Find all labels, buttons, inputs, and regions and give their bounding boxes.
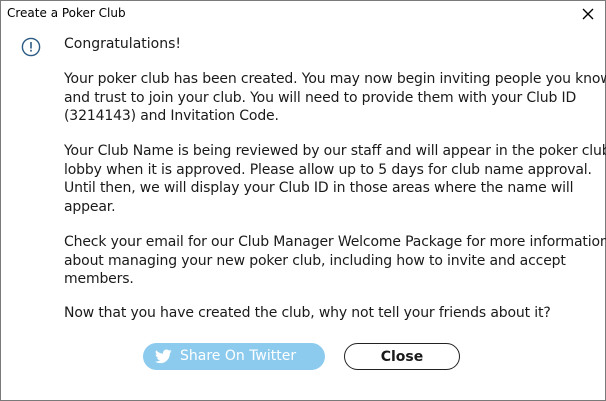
congratulations-heading: Congratulations! xyxy=(64,36,181,52)
paragraph-name-review: Your Club Name is being reviewed by our … xyxy=(64,142,606,216)
paragraph-line: Now that you have created the club, why … xyxy=(64,305,551,321)
close-button[interactable]: Close xyxy=(344,343,460,370)
paragraph-line: members. xyxy=(64,271,134,287)
create-club-dialog: Create a Poker Club Congratulations! You… xyxy=(0,0,606,401)
title-bar: Create a Poker Club xyxy=(1,1,605,27)
close-button-label: Close xyxy=(380,349,424,365)
paragraph-line: Check your email for our Club Manager We… xyxy=(64,234,606,250)
close-icon xyxy=(582,8,594,20)
info-icon xyxy=(21,37,41,57)
paragraph-line: lobby when it is approved. Please allow … xyxy=(64,161,592,178)
paragraph-line: and trust to join your club. You will ne… xyxy=(64,89,577,106)
window-close-button[interactable] xyxy=(575,3,601,25)
paragraph-line: Your Club Name is being reviewed by our … xyxy=(64,143,606,159)
paragraph-line: Your poker club has been created. You ma… xyxy=(64,71,606,87)
paragraph-welcome-package: Check your email for our Club Manager We… xyxy=(64,233,606,289)
paragraph-line: (3214143) and Invitation Code. xyxy=(64,108,279,124)
share-on-twitter-label: Share On Twitter xyxy=(180,348,297,364)
paragraph-tell-friends: Now that you have created the club, why … xyxy=(64,304,594,323)
twitter-bird-icon xyxy=(155,349,172,364)
paragraph-line: about managing your new poker club, incl… xyxy=(64,252,566,269)
share-on-twitter-button[interactable]: Share On Twitter xyxy=(143,343,325,370)
paragraph-line: appear. xyxy=(64,198,116,215)
paragraph-club-created: Your poker club has been created. You ma… xyxy=(64,70,606,126)
paragraph-line: Until then, we will display your Club ID… xyxy=(64,180,574,196)
dialog-title: Create a Poker Club xyxy=(7,6,126,20)
